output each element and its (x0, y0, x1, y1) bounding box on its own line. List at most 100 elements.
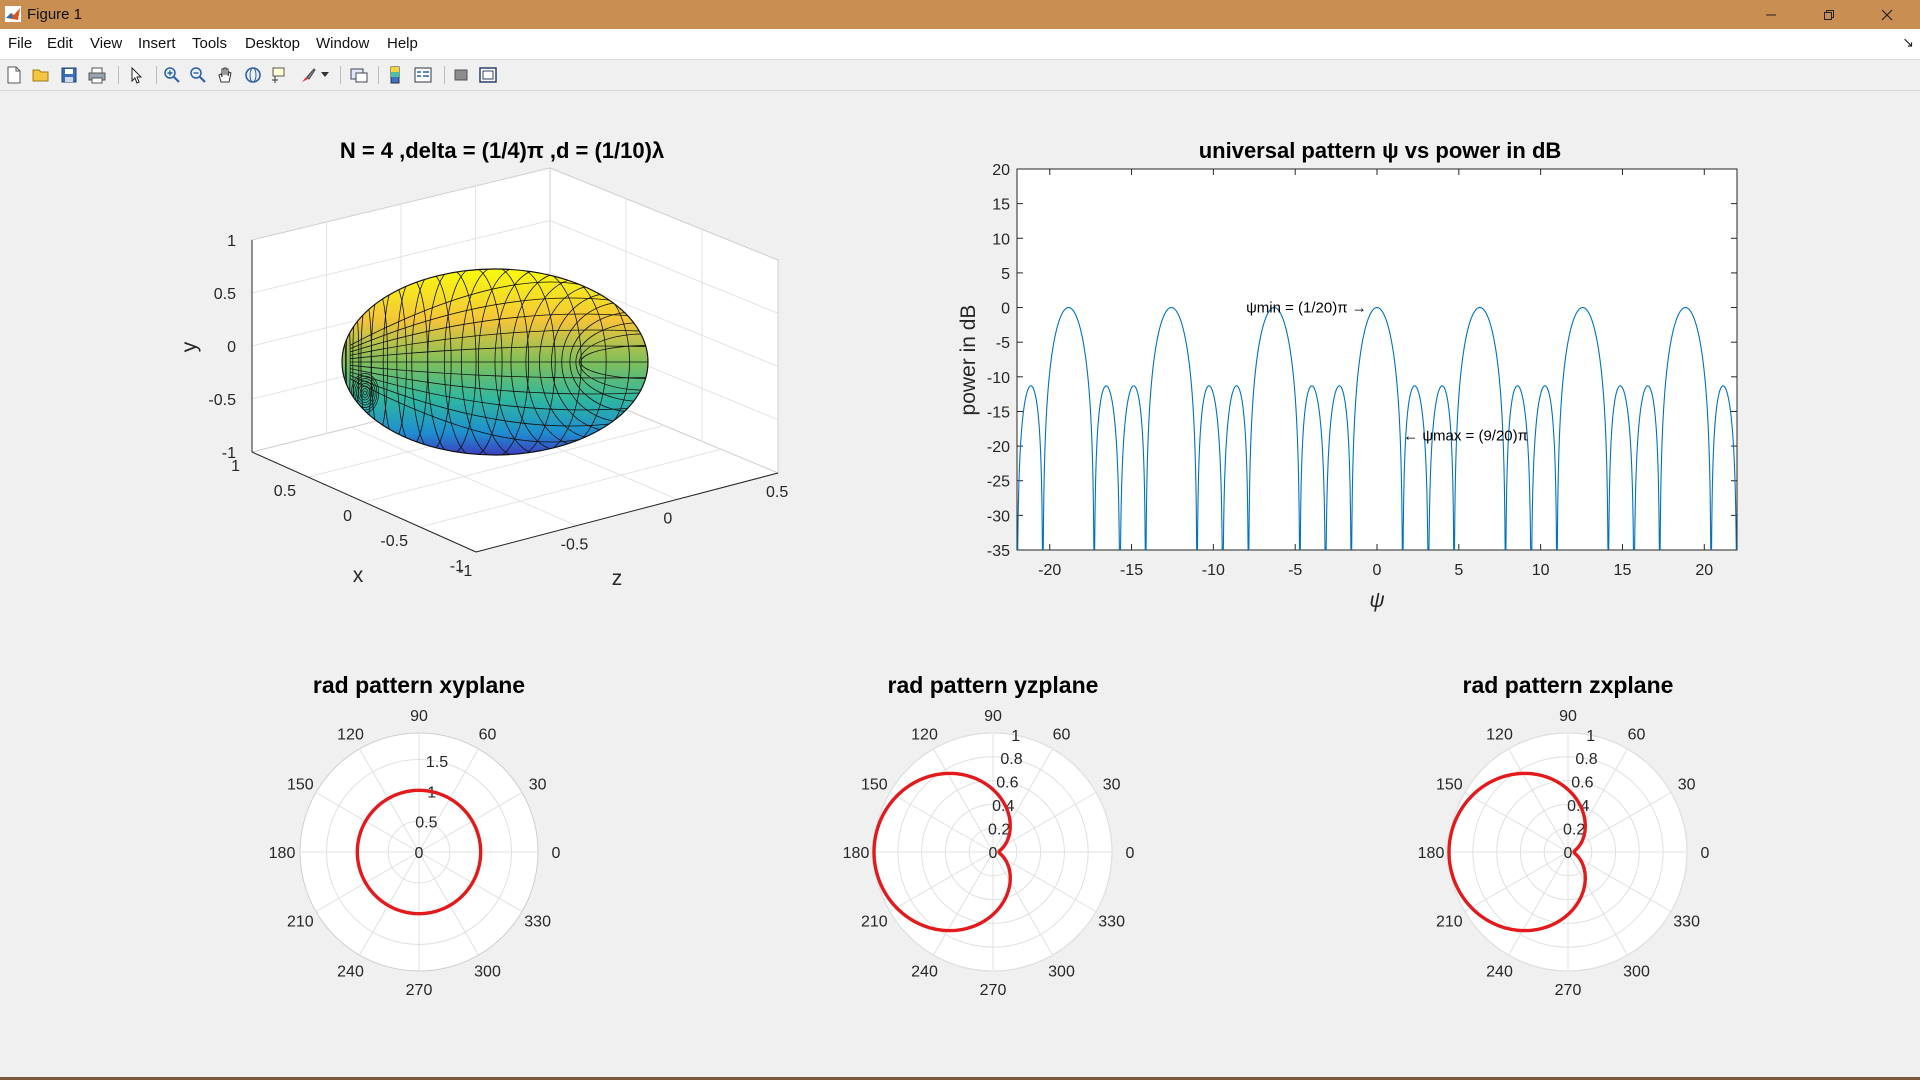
surface-subplot[interactable]: 10.50-0.5-110.50-0.5-1-1-0.500.5 N = 4 ,… (178, 138, 788, 590)
menu-tools[interactable]: Tools (192, 35, 227, 52)
line-ytick-label: -25 (987, 474, 1010, 491)
menu-desktop[interactable]: Desktop (245, 35, 300, 52)
polar-angle-label: 90 (410, 708, 428, 725)
hide-plot-tools-icon (454, 69, 468, 81)
polar-radius-label: 1.5 (426, 754, 448, 771)
surface-ztick-label: 0 (663, 510, 672, 527)
open-file-button[interactable] (29, 63, 53, 87)
line-ytick-label: -5 (996, 335, 1010, 352)
psi-min-annotation: ψmin = (1/20)π → (1246, 300, 1367, 317)
polar-angle-label: 150 (1436, 777, 1463, 794)
polar-angle-label: 240 (911, 964, 938, 981)
line-xtick-label: 5 (1454, 562, 1463, 579)
polar-subplot-zxplane[interactable]: 030609012015018021024027030033000.20.40.… (1418, 708, 1710, 999)
rotate-3d-icon (245, 67, 261, 83)
save-button[interactable] (57, 63, 81, 87)
line-ytick-label: 0 (1001, 301, 1010, 318)
new-figure-button[interactable] (2, 63, 26, 87)
colorbar-icon (390, 66, 400, 84)
colorbar-button[interactable] (383, 63, 407, 87)
link-plot-button[interactable] (347, 63, 371, 87)
polar-subplot-yzplane[interactable]: 030609012015018021024027030033000.20.40.… (843, 708, 1135, 999)
polar-angle-label: 300 (474, 964, 501, 981)
polar-angle-label: 60 (479, 726, 497, 743)
polar-angle-label: 30 (529, 777, 547, 794)
print-button[interactable] (85, 63, 109, 87)
restore-button[interactable] (1800, 0, 1858, 29)
edit-plot-button[interactable] (124, 63, 148, 87)
menu-insert[interactable]: Insert (138, 35, 176, 52)
pan-hand-icon (218, 67, 232, 83)
new-figure-icon (7, 66, 21, 84)
polar-title-xyplane: rad pattern xyplane (313, 672, 525, 698)
line-ytick-label: -10 (987, 370, 1010, 387)
figure-toolbar (0, 60, 1920, 91)
window-titlebar: Figure 1 (0, 0, 1920, 29)
menu-edit[interactable]: Edit (47, 35, 73, 52)
polar-angle-label: 270 (406, 982, 433, 999)
surface-ytick-label: -0.5 (208, 392, 236, 409)
surface-xlabel: x (353, 564, 364, 587)
menu-file[interactable]: File (8, 35, 32, 52)
brush-dropdown[interactable] (319, 63, 331, 87)
polar-subplot-xyplane[interactable]: 030609012015018021024027030033000.511.5 (269, 708, 561, 999)
print-icon (88, 67, 106, 84)
line-xtick-label: 15 (1614, 562, 1632, 579)
surface-ytick-label: 1 (227, 233, 236, 250)
menu-bar: File Edit View Insert Tools Desktop Wind… (0, 29, 1920, 60)
zoom-out-button[interactable] (186, 63, 210, 87)
menu-view[interactable]: View (90, 35, 122, 52)
figure-canvas[interactable]: 10.50-0.5-110.50-0.5-1-1-0.500.5 N = 4 ,… (0, 90, 1920, 1080)
line-xtick-label: -5 (1288, 562, 1302, 579)
polar-angle-label: 150 (861, 777, 888, 794)
close-button[interactable] (1858, 0, 1916, 29)
menu-help[interactable]: Help (387, 35, 418, 52)
pan-button[interactable] (213, 63, 237, 87)
polar-angle-label: 210 (861, 914, 888, 931)
line-ytick-label: 5 (1001, 266, 1010, 283)
polar-radius-label: 0 (989, 845, 998, 862)
line-subplot[interactable]: -20 -15 -10 -5 0 5 10 15 20 20 15 10 5 0 -5 -10 -15 -20 -2… (957, 138, 1738, 612)
matlab-logo-icon (5, 6, 21, 22)
polar-radius-label: 0.6 (1571, 775, 1593, 792)
zoom-out-icon (190, 67, 206, 83)
brush-button[interactable] (296, 63, 320, 87)
polar-angle-label: 330 (1098, 914, 1125, 931)
line-xtick-label: -15 (1120, 562, 1143, 579)
line-ytick-label: -15 (987, 404, 1010, 421)
polar-angle-label: 0 (552, 845, 561, 862)
surface-ztick-label: -0.5 (561, 537, 589, 554)
polar-angle-label: 240 (1486, 964, 1513, 981)
surface-xtick-label: 0.5 (274, 483, 296, 500)
line-ylabel: power in dB (957, 305, 980, 416)
line-ytick-label: -35 (987, 543, 1010, 560)
polar-angle-label: 120 (1486, 726, 1513, 743)
undock-arrow-icon[interactable]: ↘ (1902, 34, 1914, 51)
menu-window[interactable]: Window (316, 35, 369, 52)
surface-ytick-label: 0.5 (214, 286, 236, 303)
line-xlabel: ψ (1369, 589, 1384, 612)
polar-angle-label: 210 (287, 914, 314, 931)
line-xtick-label: -20 (1038, 562, 1061, 579)
minimize-icon (1766, 14, 1776, 15)
show-plot-tools-button[interactable] (476, 63, 500, 87)
polar-angle-label: 120 (337, 726, 364, 743)
minimize-button[interactable] (1742, 0, 1800, 29)
hide-plot-tools-button[interactable] (449, 63, 473, 87)
legend-button[interactable] (411, 63, 435, 87)
open-file-icon (32, 69, 49, 82)
zoom-in-button[interactable] (160, 63, 184, 87)
zoom-in-icon (164, 67, 180, 83)
polar-angle-label: 150 (287, 777, 314, 794)
surface-ztick-label: 0.5 (766, 484, 788, 501)
surface-ztick-label: -1 (458, 563, 472, 580)
polar-angle-label: 330 (1673, 914, 1700, 931)
data-cursor-icon (272, 67, 285, 83)
window-title: Figure 1 (27, 6, 83, 23)
data-cursor-button[interactable] (268, 63, 292, 87)
rotate-3d-button[interactable] (241, 63, 265, 87)
brush-icon (302, 68, 316, 82)
line-title: universal pattern ψ vs power in dB (1199, 138, 1562, 163)
polar-radius-label: 0.6 (996, 775, 1018, 792)
polar-radius-label: 0.2 (1563, 822, 1585, 839)
